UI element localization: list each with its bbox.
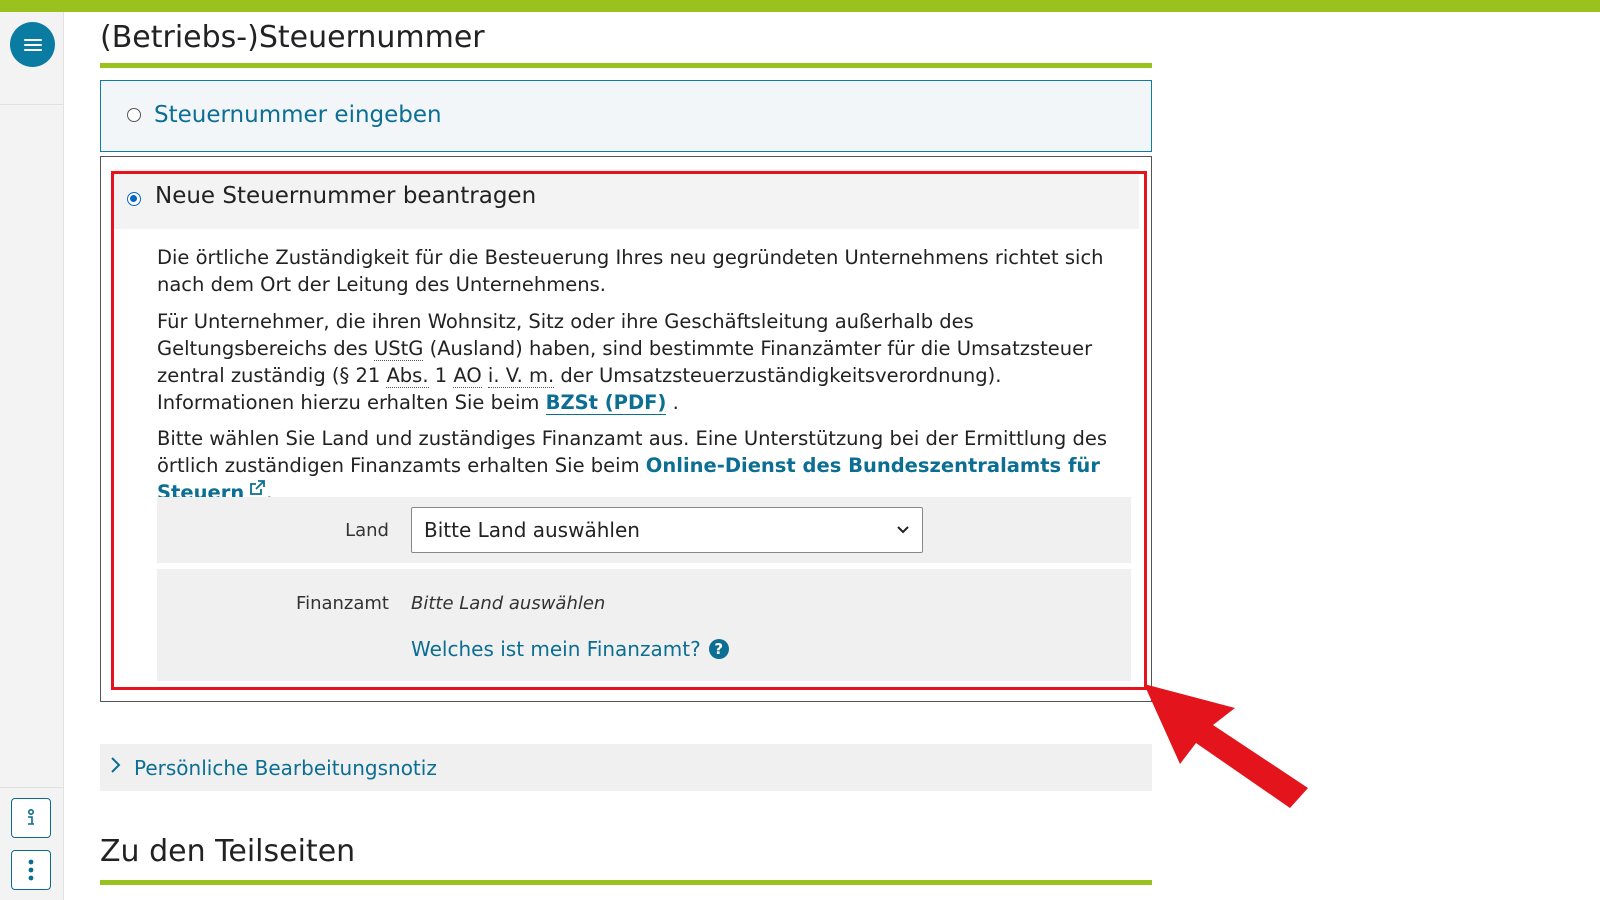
radio-enter-tax-number[interactable] xyxy=(127,108,141,122)
personal-notes-toggle[interactable]: Persönliche Bearbeitungsnotiz xyxy=(100,744,1152,791)
info-button[interactable] xyxy=(11,798,51,838)
text: . xyxy=(666,391,679,414)
chevron-down-icon xyxy=(897,526,909,534)
abbr-ao: AO xyxy=(453,364,482,388)
abbr-ustg: UStG xyxy=(373,337,424,361)
bzst-pdf-link[interactable]: BZSt (PDF) xyxy=(545,391,667,415)
person-info-icon xyxy=(28,808,35,825)
text xyxy=(482,364,488,387)
red-arrow-annotation xyxy=(1144,684,1308,808)
hamburger-icon xyxy=(23,38,42,51)
option-apply-header[interactable]: Neue Steuernummer beantragen xyxy=(113,169,1139,229)
section-title-underline-2 xyxy=(100,880,1152,885)
info-paragraph-2: Für Unternehmer, die ihren Wohnsitz, Sit… xyxy=(157,308,1127,416)
top-accent-bar xyxy=(0,0,1600,12)
option-apply-label[interactable]: Neue Steuernummer beantragen xyxy=(155,183,536,209)
option-enter-tax-number[interactable]: Steuernummer eingeben xyxy=(100,80,1152,152)
vertical-dots-icon xyxy=(28,859,34,881)
which-tax-office-link[interactable]: Welches ist mein Finanzamt? ? xyxy=(411,637,729,661)
chevron-right-icon xyxy=(110,755,122,780)
abbr-ivm: i. V. m. xyxy=(487,364,555,388)
which-tax-office-label[interactable]: Welches ist mein Finanzamt? xyxy=(411,637,701,661)
section-title-steuernummer: (Betriebs-)Steuernummer xyxy=(100,20,485,55)
more-options-button[interactable] xyxy=(11,850,51,890)
info-paragraph-3: Bitte wählen Sie Land und zuständiges Fi… xyxy=(157,425,1127,506)
menu-button[interactable] xyxy=(10,22,55,67)
text: 1 xyxy=(428,364,454,387)
abbr-abs: Abs. xyxy=(386,364,429,388)
sidebar-divider-bottom xyxy=(0,787,63,788)
section-title-underline xyxy=(100,63,1152,68)
personal-notes-label[interactable]: Persönliche Bearbeitungsnotiz xyxy=(134,756,437,780)
sidebar xyxy=(0,12,64,900)
option-apply-tax-number: Neue Steuernummer beantragen Die örtlich… xyxy=(100,156,1152,702)
finanzamt-label: Finanzamt xyxy=(296,593,389,614)
form-row-land: Land Bitte Land auswählen xyxy=(157,497,1131,563)
land-label: Land xyxy=(345,520,389,541)
section-title-subpages: Zu den Teilseiten xyxy=(100,834,356,869)
finanzamt-value: Bitte Land auswählen xyxy=(411,593,606,614)
land-select-value: Bitte Land auswählen xyxy=(424,518,640,542)
radio-apply-tax-number[interactable] xyxy=(127,192,141,206)
info-paragraph-1: Die örtliche Zuständigkeit für die Beste… xyxy=(157,246,1104,296)
sidebar-divider xyxy=(0,104,63,105)
external-link-icon xyxy=(250,480,266,495)
form-row-finanzamt: Finanzamt Bitte Land auswählen Welches i… xyxy=(157,569,1131,681)
land-select[interactable]: Bitte Land auswählen xyxy=(411,507,923,553)
help-icon[interactable]: ? xyxy=(708,639,729,659)
option-enter-label[interactable]: Steuernummer eingeben xyxy=(154,102,442,128)
